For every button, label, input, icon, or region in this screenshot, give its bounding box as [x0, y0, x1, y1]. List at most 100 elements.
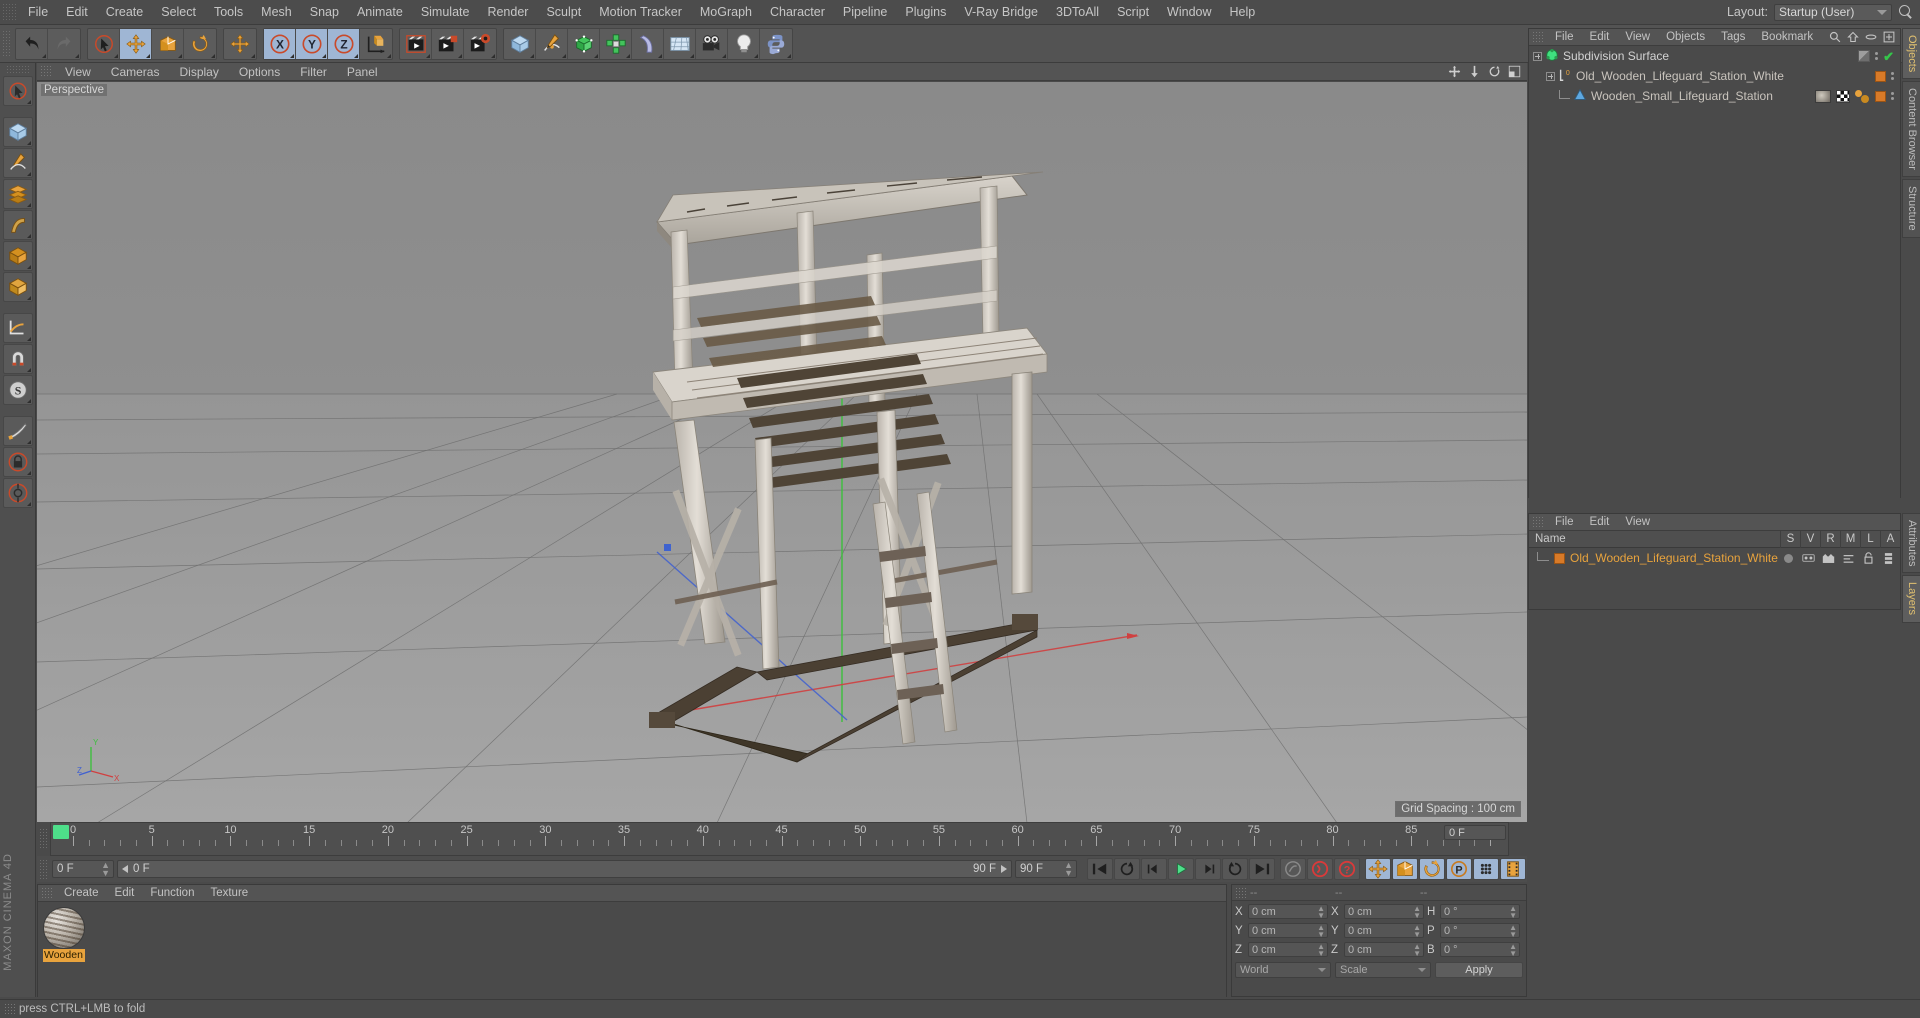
search-icon[interactable]	[1829, 31, 1841, 43]
add-array-button[interactable]	[600, 28, 632, 59]
mograph-tool[interactable]	[2, 241, 33, 271]
redo-button[interactable]	[48, 29, 80, 59]
animation-grip-handle[interactable]	[39, 859, 48, 879]
layer-row[interactable]: Old_Wooden_Lifeguard_Station_White	[1529, 548, 1900, 568]
apply-button[interactable]: Apply	[1435, 962, 1523, 978]
visible-eye-icon[interactable]	[1798, 553, 1818, 563]
render-clapper-icon[interactable]	[1818, 553, 1838, 564]
material-tag[interactable]	[1855, 89, 1870, 103]
play-forwards-button[interactable]	[1168, 858, 1194, 880]
editor-render-visibility-icon[interactable]	[1858, 50, 1871, 62]
home-icon[interactable]	[1847, 31, 1859, 43]
end-frame-field[interactable]: 90 F ▲ ▼	[1015, 860, 1077, 878]
position-y-field[interactable]: 0 cm ▲ ▼	[1248, 923, 1328, 938]
palette-grip-handle[interactable]	[5, 65, 30, 73]
key-point-level-toggle[interactable]	[1473, 858, 1499, 880]
layout-dropdown[interactable]: Startup (User)	[1774, 3, 1892, 21]
array-tool[interactable]	[2, 179, 33, 209]
material-menu-create[interactable]: Create	[56, 885, 107, 902]
unlock-icon[interactable]	[1858, 552, 1878, 564]
object-menu-objects[interactable]: Objects	[1658, 29, 1713, 46]
menu-item-snap[interactable]: Snap	[301, 2, 348, 22]
expand-collapse-toggle[interactable]	[1533, 51, 1542, 61]
go-to-end-button[interactable]	[1249, 858, 1275, 880]
timeline-ruler[interactable]: 0510152025303540455055606570758085900 F	[50, 822, 1509, 856]
workplane-tool[interactable]	[2, 313, 33, 343]
size-x-field[interactable]: 0 cm ▲ ▼	[1344, 904, 1424, 919]
visibility-dots-icon[interactable]	[1891, 72, 1894, 80]
key-rotation-toggle[interactable]	[1419, 858, 1445, 880]
spline-pen-tool[interactable]	[2, 148, 33, 178]
menu-item-tools[interactable]: Tools	[205, 2, 252, 22]
add-primitive-cube-button[interactable]	[504, 28, 536, 59]
menu-item-sculpt[interactable]: Sculpt	[537, 2, 590, 22]
layer-menu-file[interactable]: File	[1547, 514, 1582, 531]
object-menu-view[interactable]: View	[1617, 29, 1658, 46]
render-settings-button[interactable]	[464, 29, 496, 59]
search-icon[interactable]	[1898, 4, 1914, 20]
viewport-menu-cameras[interactable]: Cameras	[101, 63, 170, 81]
object-tree[interactable]: Subdivision Surface ✔ 0 Old_Wooden_Lifeguar…	[1529, 46, 1900, 498]
menu-item-select[interactable]: Select	[152, 2, 205, 22]
play-backwards-button[interactable]	[1114, 858, 1140, 880]
menu-item-render[interactable]: Render	[478, 2, 537, 22]
object-manager-grip-handle[interactable]	[1532, 31, 1543, 43]
coordinate-grip-handle[interactable]	[1235, 887, 1246, 898]
range-left-handle-icon[interactable]	[122, 865, 128, 873]
perspective-viewport[interactable]: Perspective Grid Spacing : 100 cm Y X Z	[37, 82, 1527, 823]
viewport-menu-options[interactable]: Options	[229, 63, 290, 81]
pan-icon[interactable]	[1448, 65, 1461, 78]
menu-item-3dtoall[interactable]: 3DToAll	[1047, 2, 1108, 22]
solo-dot-icon[interactable]	[1778, 553, 1798, 563]
spinner-icon[interactable]: ▲ ▼	[101, 861, 110, 878]
coordinate-system-toggle[interactable]	[360, 29, 392, 59]
material-menu-function[interactable]: Function	[142, 885, 202, 902]
select-tool[interactable]	[88, 28, 120, 59]
enabled-check-icon[interactable]: ✔	[1883, 50, 1894, 63]
add-light-button[interactable]	[728, 28, 760, 59]
tab-layers[interactable]: Layers	[1902, 575, 1920, 623]
autokey-button[interactable]	[1280, 858, 1306, 880]
menu-item-window[interactable]: Window	[1158, 2, 1220, 22]
object-menu-edit[interactable]: Edit	[1582, 29, 1618, 46]
menu-item-v-ray-bridge[interactable]: V-Ray Bridge	[955, 2, 1047, 22]
viewport-menu-view[interactable]: View	[55, 63, 101, 81]
transform-mode-dropdown[interactable]: Scale	[1335, 962, 1431, 978]
object-row[interactable]: Wooden_Small_Lifeguard_Station	[1529, 86, 1900, 106]
viewport-grip-handle[interactable]	[40, 65, 51, 78]
menu-item-motion-tracker[interactable]: Motion Tracker	[590, 2, 691, 22]
move-tool[interactable]	[120, 28, 152, 59]
viewport-menu-panel[interactable]: Panel	[337, 63, 388, 81]
magnet-tool[interactable]	[2, 344, 33, 374]
toolbar-grip-handle[interactable]	[2, 29, 11, 58]
position-x-field[interactable]: 0 cm ▲ ▼	[1248, 904, 1328, 919]
tab-content-browser[interactable]: Content Browser	[1902, 81, 1920, 178]
add-generator-button[interactable]	[568, 28, 600, 59]
timeline-frame-field[interactable]: 0 F	[1444, 825, 1506, 840]
material-item[interactable]: Wooden	[43, 907, 85, 962]
add-layer-icon[interactable]	[1883, 31, 1895, 43]
position-z-field[interactable]: 0 cm ▲ ▼	[1248, 942, 1328, 957]
render-view-button[interactable]	[400, 28, 432, 59]
range-right-handle-icon[interactable]	[1001, 865, 1007, 873]
layer-manager-grip-handle[interactable]	[1532, 516, 1543, 528]
texture-tool[interactable]	[2, 272, 33, 302]
menu-item-mesh[interactable]: Mesh	[252, 2, 301, 22]
layer-menu-view[interactable]: View	[1617, 514, 1658, 531]
viewport-menu-filter[interactable]: Filter	[290, 63, 337, 81]
menu-item-file[interactable]: File	[19, 2, 57, 22]
animation-icon[interactable]	[1878, 552, 1898, 565]
current-frame-marker[interactable]	[53, 825, 69, 839]
layer-color-swatch[interactable]	[1554, 552, 1565, 564]
key-scale-toggle[interactable]	[1392, 858, 1418, 880]
status-grip-handle[interactable]	[4, 1003, 15, 1015]
tab-structure[interactable]: Structure	[1902, 179, 1920, 238]
timeline-toggle[interactable]	[1500, 858, 1526, 880]
current-frame-field[interactable]: 0 F ▲ ▼	[52, 860, 114, 878]
key-parameter-toggle[interactable]: P	[1446, 858, 1472, 880]
timeline-grip-handle[interactable]	[39, 828, 48, 848]
size-z-field[interactable]: 0 cm ▲ ▼	[1344, 942, 1424, 957]
uv-checker-tag[interactable]	[1836, 89, 1850, 103]
object-menu-file[interactable]: File	[1547, 29, 1582, 46]
object-menu-tags[interactable]: Tags	[1713, 29, 1753, 46]
